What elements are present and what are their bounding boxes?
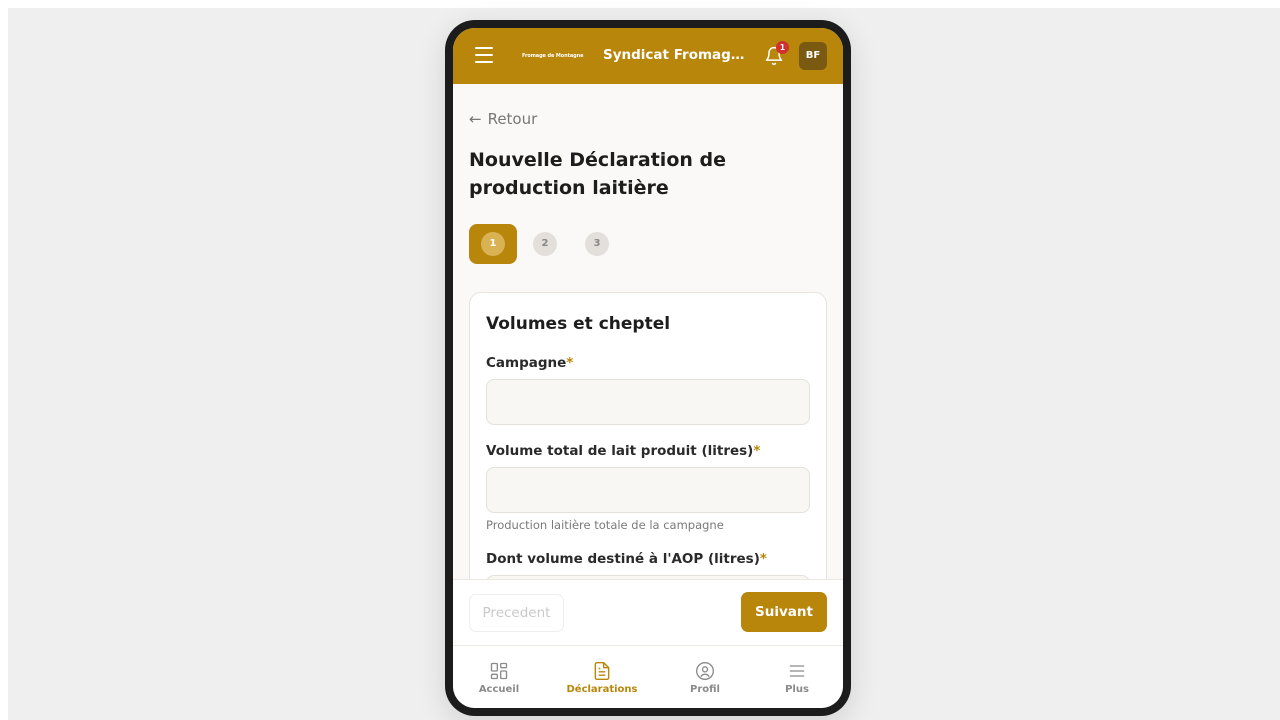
next-button[interactable]: Suivant — [741, 592, 827, 632]
step-1[interactable]: 1 — [481, 232, 505, 256]
nav-item-plus[interactable]: Plus — [752, 646, 842, 708]
user-circle-icon — [696, 661, 714, 680]
nav-item-declarations[interactable]: Déclarations — [557, 646, 647, 708]
volume-total-help: Production laitière totale de la campagn… — [486, 518, 724, 532]
required-marker: * — [566, 355, 574, 371]
required-marker: * — [753, 443, 761, 459]
required-marker: * — [759, 551, 767, 567]
nav-label: Déclarations — [566, 683, 638, 695]
form-card: Volumes et cheptel Campagne* Volume tota… — [469, 292, 827, 621]
nav-item-profil[interactable]: Profil — [660, 646, 750, 708]
field-label-text: Campagne — [486, 355, 567, 371]
app-header: Fromage de Montagne Syndicat Fromager ..… — [453, 28, 843, 84]
nav-label: Plus — [785, 683, 809, 695]
document-icon — [594, 661, 610, 680]
app-screen: Fromage de Montagne Syndicat Fromager ..… — [453, 28, 843, 708]
nav-label: Profil — [690, 683, 720, 695]
field-label-text: Dont volume destiné à l'AOP (litres) — [486, 551, 760, 567]
page-title: Nouvelle Déclaration de production laiti… — [469, 149, 727, 199]
avatar[interactable]: BF — [799, 42, 827, 70]
section-title: Volumes et cheptel — [486, 314, 671, 334]
brand-logo-text: Fromage de Montagne — [522, 53, 584, 59]
arrow-left-icon: ← — [469, 110, 482, 128]
menu-icon — [789, 664, 805, 677]
hamburger-menu-icon[interactable] — [475, 47, 493, 65]
notification-badge: 1 — [776, 41, 789, 54]
field-label-campagne: Campagne* — [486, 355, 573, 371]
field-label-volume-aop: Dont volume destiné à l'AOP (litres)* — [486, 551, 767, 567]
campagne-input[interactable] — [486, 379, 810, 425]
previous-button[interactable]: Precedent — [469, 594, 564, 632]
step-3[interactable]: 3 — [585, 232, 609, 256]
dashboard-icon — [490, 662, 508, 679]
bottom-navigation: Accueil Déclarations Profil Plus — [453, 645, 843, 708]
step-2[interactable]: 2 — [533, 232, 557, 256]
nav-item-accueil[interactable]: Accueil — [454, 646, 544, 708]
volume-total-input[interactable] — [486, 467, 810, 513]
nav-label: Accueil — [478, 683, 520, 695]
organization-title: Syndicat Fromager ... — [603, 47, 748, 63]
field-label-text: Volume total de lait produit (litres) — [486, 443, 754, 459]
form-action-bar: Precedent Suivant — [453, 579, 843, 645]
field-label-volume-total: Volume total de lait produit (litres)* — [486, 443, 760, 459]
back-label: Retour — [487, 110, 538, 128]
back-link[interactable]: ← Retour — [469, 110, 537, 128]
